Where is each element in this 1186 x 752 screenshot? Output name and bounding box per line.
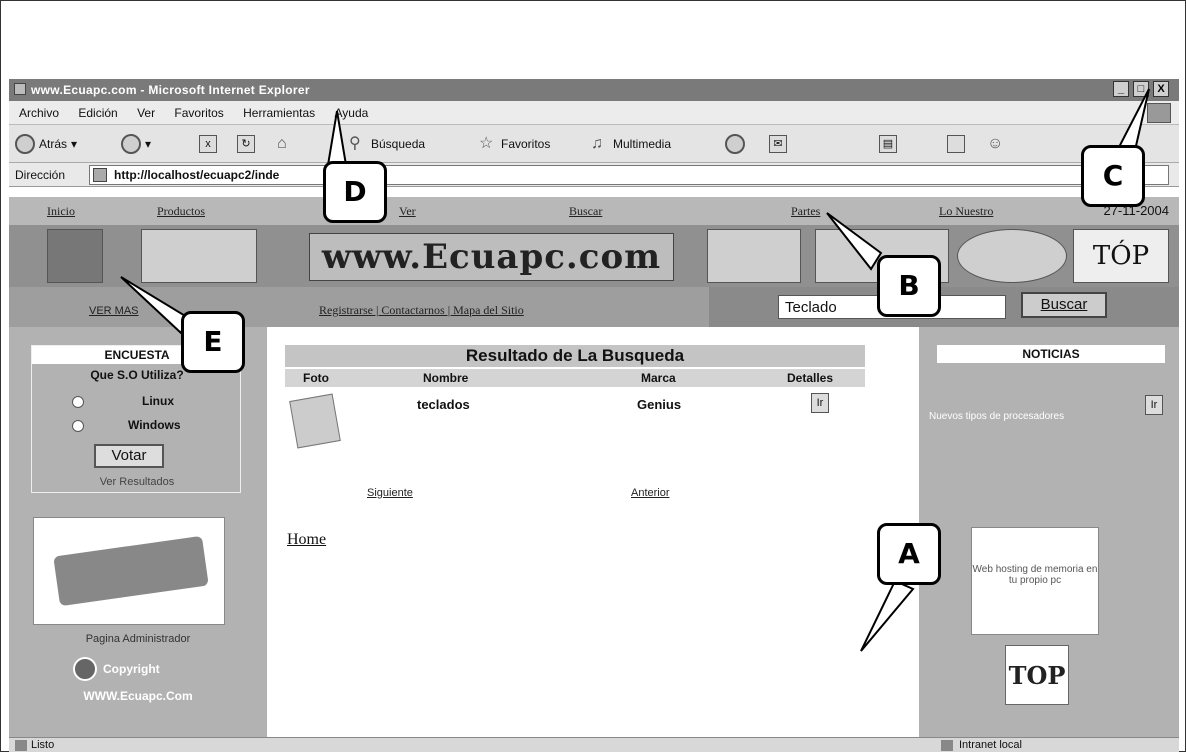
callout-a: A: [877, 523, 941, 585]
callout-e: E: [181, 311, 245, 373]
callout-c: C: [1081, 145, 1145, 207]
pointer-b: [826, 212, 883, 271]
callout-pointers: [120, 88, 1150, 652]
callout-d: D: [323, 161, 387, 223]
screenshot-frame: www.Ecuapc.com - Microsoft Internet Expl…: [0, 0, 1186, 752]
callout-b: B: [877, 255, 941, 317]
pointer-e: [120, 276, 189, 335]
pointer-a: [860, 579, 915, 652]
